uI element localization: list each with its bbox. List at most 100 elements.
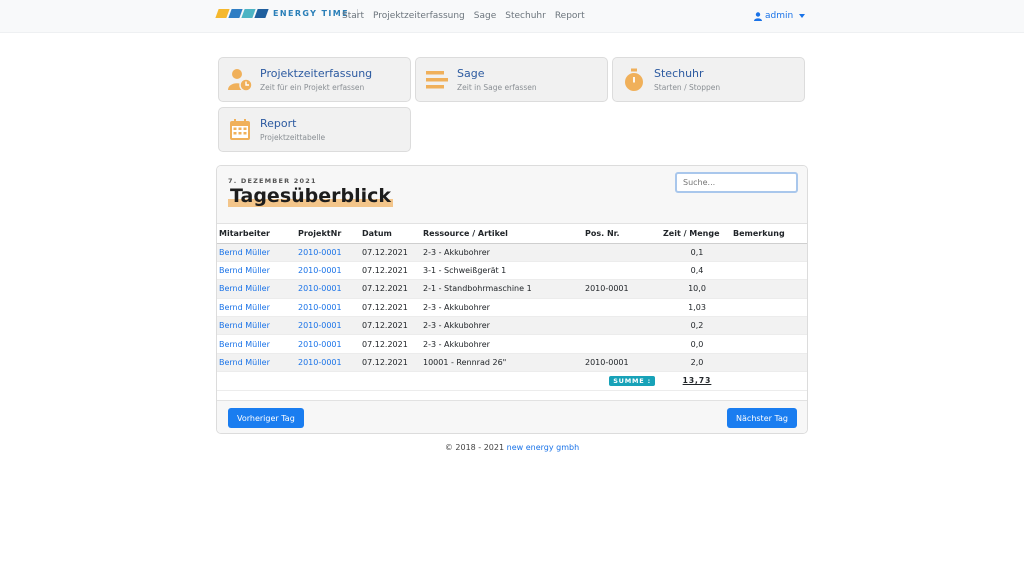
- previous-day-button[interactable]: Vorheriger Tag: [228, 408, 304, 428]
- quantity-cell: 1,03: [661, 298, 731, 318]
- stopwatch-icon: [625, 68, 643, 91]
- calendar-icon: [230, 118, 250, 140]
- quantity-cell: 0,2: [661, 316, 731, 336]
- tile-report[interactable]: Report Projektzeittabelle: [218, 107, 411, 152]
- employee-link[interactable]: Bernd Müller: [217, 334, 296, 354]
- remark-cell: [731, 261, 807, 281]
- user-clock-icon: [228, 68, 252, 92]
- remark-cell: [731, 243, 807, 262]
- employee-link[interactable]: Bernd Müller: [217, 261, 296, 281]
- project-link[interactable]: 2010-0001: [296, 316, 360, 336]
- project-link[interactable]: 2010-0001: [296, 353, 360, 373]
- overview-table: Mitarbeiter ProjektNr Datum Ressource / …: [217, 224, 807, 391]
- user-icon: [754, 11, 762, 21]
- nav-link-report[interactable]: Report: [555, 11, 585, 21]
- position-cell: [583, 243, 661, 262]
- date-cell: 07.12.2021: [360, 243, 421, 262]
- project-link[interactable]: 2010-0001: [296, 298, 360, 318]
- resource-cell: 3-1 - Schweißgerät 1: [421, 261, 583, 281]
- table-row: Bernd Müller 2010-0001 07.12.2021 2-3 - …: [217, 243, 807, 262]
- page-title: Tagesüberblick: [228, 185, 394, 207]
- resource-cell: 2-3 - Akkubohrer: [421, 243, 583, 262]
- search-input[interactable]: [675, 172, 798, 193]
- project-link[interactable]: 2010-0001: [296, 261, 360, 281]
- remark-cell: [731, 298, 807, 318]
- employee-link[interactable]: Bernd Müller: [217, 279, 296, 299]
- next-day-button[interactable]: Nächster Tag: [727, 408, 797, 428]
- date-cell: 07.12.2021: [360, 279, 421, 299]
- nav-links: Start Projektzeiterfassung Sage Stechuhr…: [342, 11, 585, 21]
- tile-subtitle: Projektzeittabelle: [260, 133, 326, 142]
- project-link[interactable]: 2010-0001: [296, 279, 360, 299]
- nav-link-stechuhr[interactable]: Stechuhr: [505, 11, 546, 21]
- date-cell: 07.12.2021: [360, 261, 421, 281]
- resource-cell: 2-3 - Akkubohrer: [421, 334, 583, 354]
- table-header-row: Mitarbeiter ProjektNr Datum Ressource / …: [217, 224, 807, 244]
- quantity-cell: 10,0: [661, 279, 731, 299]
- table-row: Bernd Müller 2010-0001 07.12.2021 2-3 - …: [217, 334, 807, 354]
- remark-cell: [731, 334, 807, 354]
- employee-link[interactable]: Bernd Müller: [217, 316, 296, 336]
- tile-title: Report: [260, 117, 297, 130]
- remark-cell: [731, 316, 807, 336]
- column-header[interactable]: ProjektNr: [296, 224, 360, 244]
- tile-title: Sage: [457, 67, 485, 80]
- remark-cell: [731, 279, 807, 299]
- quick-tiles: Projektzeiterfassung Zeit für ein Projek…: [218, 57, 806, 152]
- position-cell: 2010-0001: [583, 279, 661, 299]
- brand[interactable]: ENERGY TIME: [215, 9, 359, 18]
- column-header[interactable]: Bemerkung: [731, 224, 807, 244]
- page-footer: © 2018 - 2021 new energy gmbh: [0, 443, 1024, 452]
- column-header[interactable]: Datum: [360, 224, 421, 244]
- top-navbar: ENERGY TIME Start Projektzeiterfassung S…: [0, 0, 1024, 33]
- date-cell: 07.12.2021: [360, 353, 421, 373]
- resource-cell: 2-1 - Standbohrmaschine 1: [421, 279, 583, 299]
- resource-cell: 10001 - Rennrad 26": [421, 353, 583, 373]
- company-link[interactable]: new energy gmbh: [507, 443, 580, 452]
- tile-subtitle: Zeit in Sage erfassen: [457, 83, 537, 92]
- tile-sage[interactable]: Sage Zeit in Sage erfassen: [415, 57, 608, 102]
- tile-title: Projektzeiterfassung: [260, 67, 373, 80]
- project-link[interactable]: 2010-0001: [296, 243, 360, 262]
- sum-row: SUMME : 13,73: [217, 371, 807, 391]
- column-header[interactable]: Zeit / Menge: [661, 224, 731, 244]
- nav-link-start[interactable]: Start: [342, 11, 364, 21]
- quantity-cell: 0,4: [661, 261, 731, 281]
- resource-cell: 2-3 - Akkubohrer: [421, 298, 583, 318]
- nav-link-projektzeiterfassung[interactable]: Projektzeiterfassung: [373, 11, 465, 21]
- sum-value: 13,73: [682, 376, 712, 386]
- date-cell: 07.12.2021: [360, 334, 421, 354]
- table-row: Bernd Müller 2010-0001 07.12.2021 3-1 - …: [217, 261, 807, 281]
- position-cell: [583, 334, 661, 354]
- user-name: admin: [765, 11, 794, 21]
- column-header[interactable]: Ressource / Artikel: [421, 224, 583, 244]
- tile-projektzeiterfassung[interactable]: Projektzeiterfassung Zeit für ein Projek…: [218, 57, 411, 102]
- column-header[interactable]: Pos. Nr.: [583, 224, 661, 244]
- employee-link[interactable]: Bernd Müller: [217, 243, 296, 262]
- remark-cell: [731, 353, 807, 373]
- position-cell: 2010-0001: [583, 353, 661, 373]
- nav-link-sage[interactable]: Sage: [474, 11, 496, 21]
- tile-subtitle: Starten / Stoppen: [654, 83, 721, 92]
- table-row: Bernd Müller 2010-0001 07.12.2021 2-3 - …: [217, 316, 807, 336]
- table-row: Bernd Müller 2010-0001 07.12.2021 10001 …: [217, 353, 807, 373]
- date-cell: 07.12.2021: [360, 298, 421, 318]
- user-menu-dropdown[interactable]: admin: [754, 11, 806, 21]
- chevron-down-icon: [799, 14, 806, 18]
- daily-overview-card: 7. DEZEMBER 2021 Tagesüberblick Mitarbei…: [216, 165, 808, 434]
- tile-title: Stechuhr: [654, 67, 704, 80]
- employee-link[interactable]: Bernd Müller: [217, 298, 296, 318]
- position-cell: [583, 298, 661, 318]
- tile-stechuhr[interactable]: Stechuhr Starten / Stoppen: [612, 57, 805, 102]
- employee-link[interactable]: Bernd Müller: [217, 353, 296, 373]
- position-cell: [583, 316, 661, 336]
- position-cell: [583, 261, 661, 281]
- tile-subtitle: Zeit für ein Projekt erfassen: [260, 83, 365, 92]
- project-link[interactable]: 2010-0001: [296, 334, 360, 354]
- quantity-cell: 0,1: [661, 243, 731, 262]
- resource-cell: 2-3 - Akkubohrer: [421, 316, 583, 336]
- quantity-cell: 0,0: [661, 334, 731, 354]
- quantity-cell: 2,0: [661, 353, 731, 373]
- column-header[interactable]: Mitarbeiter: [217, 224, 296, 244]
- copyright-text: © 2018 - 2021: [444, 443, 505, 452]
